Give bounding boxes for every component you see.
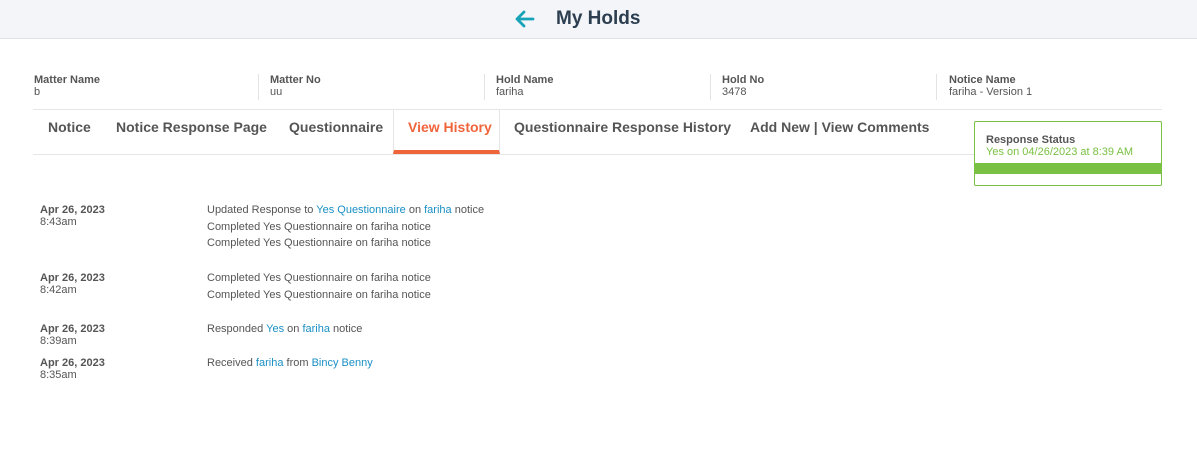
hold-name-field: Hold Name fariha: [496, 74, 553, 100]
response-status-bar: [975, 163, 1161, 174]
hold-no-value: 3478: [722, 86, 747, 98]
matter-name-value: b: [34, 86, 41, 98]
divider: [258, 74, 259, 100]
hold-info-row: Matter Name b Matter No uu Hold Name far…: [0, 74, 1197, 104]
history-entry: Completed Yes Questionnaire on fariha no…: [207, 272, 431, 284]
history-date: Apr 26, 2023: [40, 357, 105, 369]
history-entry: Responded Yes on fariha notice: [207, 323, 363, 335]
history-entry: Completed Yes Questionnaire on fariha no…: [207, 220, 431, 233]
history-time: 8:43am: [40, 216, 77, 228]
questionnaire-link[interactable]: Yes Questionnaire: [316, 204, 406, 216]
tab-notice-response-page[interactable]: Notice Response Page: [102, 110, 281, 154]
top-bar: My Holds: [0, 0, 1197, 39]
tab-view-history[interactable]: View History: [393, 110, 500, 154]
response-status-card: Response Status Yes on 04/26/2023 at 8:3…: [974, 121, 1162, 186]
sender-link[interactable]: Bincy Benny: [312, 357, 373, 369]
history-entry: Received fariha from Bincy Benny: [207, 357, 373, 369]
history-date: Apr 26, 2023: [40, 204, 105, 216]
history-entry: Completed Yes Questionnaire on fariha no…: [207, 237, 431, 249]
divider: [936, 74, 937, 100]
matter-no-field: Matter No uu: [270, 74, 321, 100]
history-date: Apr 26, 2023: [40, 323, 105, 335]
hold-no-label: Hold No: [722, 74, 765, 86]
response-status-value: Yes on 04/26/2023 at 8:39 AM: [986, 146, 1133, 158]
notice-link[interactable]: fariha: [424, 204, 452, 216]
notice-link[interactable]: fariha: [302, 323, 330, 335]
page-title: My Holds: [556, 8, 641, 29]
tab-notice[interactable]: Notice: [34, 110, 105, 154]
hold-name-value: fariha: [496, 86, 524, 98]
history-time: 8:42am: [40, 284, 77, 296]
matter-no-value: uu: [270, 86, 283, 98]
notice-link[interactable]: fariha: [256, 357, 284, 369]
history-entry: Updated Response to Yes Questionnaire on…: [207, 204, 485, 216]
hold-name-label: Hold Name: [496, 74, 554, 86]
history-time: 8:35am: [40, 369, 77, 381]
tabs-bottom-border: [33, 154, 975, 155]
response-link[interactable]: Yes: [266, 323, 284, 335]
arrow-left-icon[interactable]: [513, 7, 537, 31]
notice-name-label: Notice Name: [949, 74, 1016, 86]
response-status-title: Response Status: [986, 134, 1076, 146]
matter-name-label: Matter Name: [34, 74, 101, 86]
hold-no-field: Hold No 3478: [722, 74, 764, 100]
tab-questionnaire[interactable]: Questionnaire: [275, 110, 397, 154]
history-date: Apr 26, 2023: [40, 272, 105, 284]
tab-questionnaire-response-history[interactable]: Questionnaire Response History: [500, 110, 745, 154]
history-entry: Completed Yes Questionnaire on fariha no…: [207, 288, 431, 301]
notice-name-value: fariha - Version 1: [949, 86, 1033, 98]
matter-name-field: Matter Name b: [34, 74, 100, 100]
divider: [710, 74, 711, 100]
notice-name-field: Notice Name fariha - Version 1: [949, 74, 1032, 100]
history-time: 8:39am: [40, 335, 77, 347]
matter-no-label: Matter No: [270, 74, 321, 86]
divider: [484, 74, 485, 100]
tab-add-new-view-comments[interactable]: Add New | View Comments: [736, 110, 943, 154]
